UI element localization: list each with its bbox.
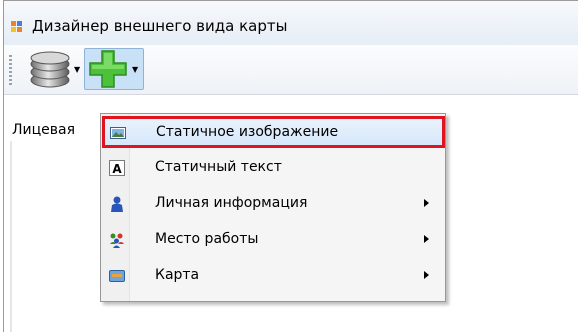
- title-bar: Дизайнер внешнего вида карты: [4, 1, 578, 45]
- menu-item-label: Карта: [155, 267, 200, 283]
- menu-item-label: Личная информация: [155, 195, 308, 211]
- add-dropdown-arrow-icon[interactable]: ▼: [132, 65, 138, 74]
- tab-front-side[interactable]: Лицевая: [12, 122, 107, 138]
- app-icon: [11, 21, 23, 33]
- submenu-arrow-icon: [424, 235, 429, 243]
- database-icon: [30, 51, 70, 88]
- menu-item-label: Статичное изображение: [156, 124, 339, 140]
- canvas-border: [10, 141, 12, 332]
- menu-item-static-image[interactable]: Статичное изображение: [102, 116, 445, 148]
- menu-item-label: Место работы: [155, 231, 259, 247]
- green-plus-icon: [89, 50, 127, 88]
- add-element-dropdown-menu: Статичное изображение A Статичный текст …: [100, 113, 446, 302]
- person-icon: [111, 196, 123, 212]
- svg-text:A: A: [112, 162, 122, 176]
- submenu-arrow-icon: [424, 199, 429, 207]
- menu-item-label: Статичный текст: [155, 159, 282, 175]
- toolbar-grip[interactable]: [9, 55, 12, 85]
- text-a-icon: A: [109, 160, 125, 176]
- picture-icon: [110, 127, 126, 139]
- database-button[interactable]: ▼: [24, 49, 82, 89]
- people-group-icon: [110, 233, 124, 248]
- menu-item-personal-info[interactable]: Личная информация: [103, 189, 443, 219]
- toolbar: ▼ ▼: [4, 45, 578, 95]
- database-dropdown-arrow-icon[interactable]: ▼: [74, 65, 80, 74]
- add-element-button[interactable]: ▼: [84, 48, 144, 90]
- menu-item-workplace[interactable]: Место работы: [103, 225, 443, 255]
- card-icon: [109, 270, 125, 282]
- menu-item-static-text[interactable]: A Статичный текст: [103, 153, 443, 183]
- window-title: Дизайнер внешнего вида карты: [32, 17, 288, 35]
- submenu-arrow-icon: [424, 271, 429, 279]
- menu-item-card[interactable]: Карта: [103, 261, 443, 291]
